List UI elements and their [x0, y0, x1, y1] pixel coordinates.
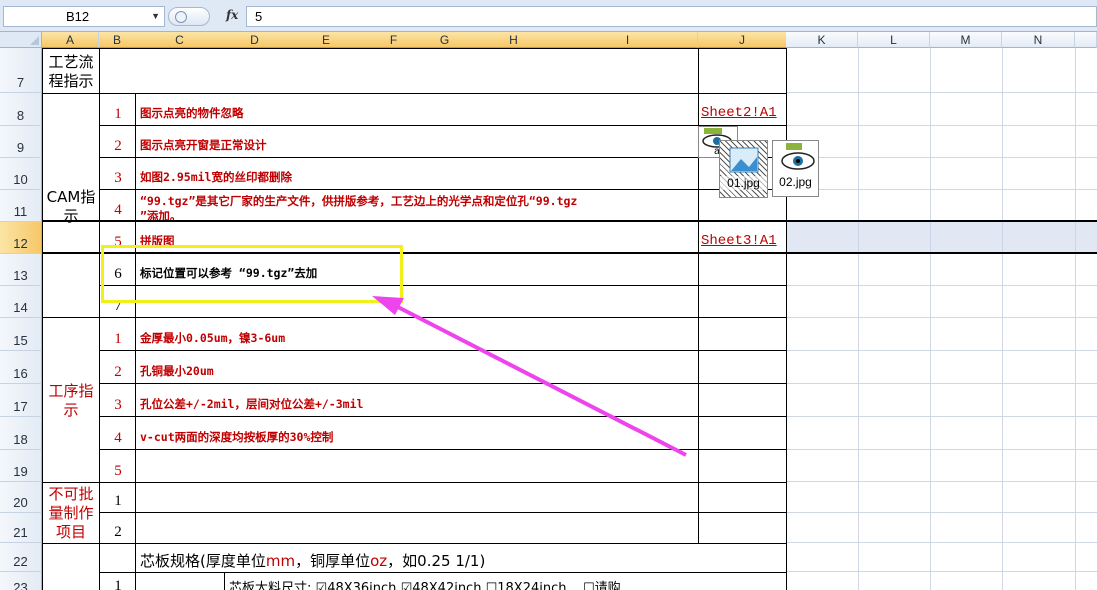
annotation-arrow [372, 296, 687, 457]
